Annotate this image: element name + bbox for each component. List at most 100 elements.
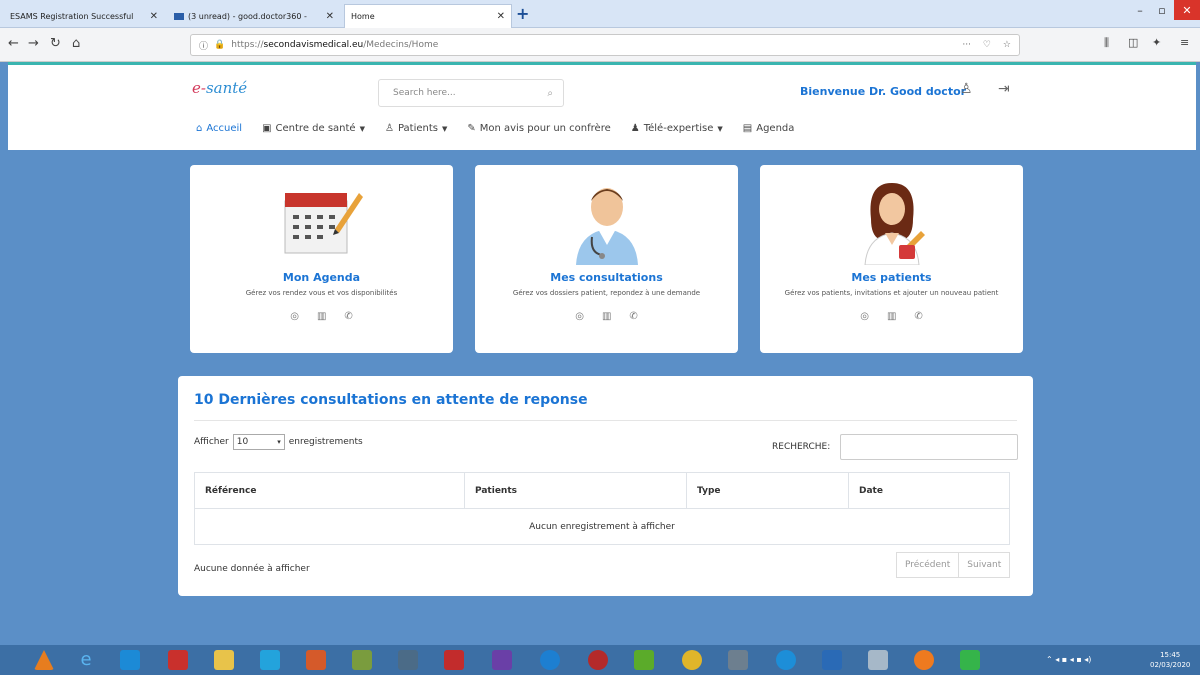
menu-icon[interactable]: ≡ (1180, 36, 1189, 49)
close-icon[interactable]: ✕ (497, 11, 505, 22)
column-header-reference[interactable]: Référence (194, 472, 465, 509)
info-icon[interactable]: ⓘ (199, 39, 208, 52)
column-header-type[interactable]: Type (686, 472, 849, 509)
pocket-icon[interactable]: ♡ (983, 40, 991, 50)
logout-icon[interactable]: ⇥ (998, 81, 1010, 97)
table-search-input[interactable] (840, 434, 1018, 460)
network-icon[interactable] (822, 650, 842, 670)
card-title[interactable]: Mon Agenda (190, 271, 453, 284)
tab-registration[interactable]: ESAMS Registration Successful ✕ (4, 4, 164, 28)
site-logo[interactable]: e-santé (192, 79, 247, 97)
menu-item-patients[interactable]: ♙ Patients ▼ (385, 123, 447, 134)
url-host: secondavismedical.eu (263, 40, 364, 50)
app-icon[interactable] (120, 650, 140, 670)
power-icon[interactable] (168, 650, 188, 670)
page-length-select[interactable]: 10 ▾ (232, 434, 285, 450)
card-patients[interactable]: Mes patients Gérez vos patients, invitat… (760, 165, 1023, 353)
video-icon[interactable]: ◎ (575, 311, 584, 322)
minimize-button[interactable]: – (1130, 0, 1150, 20)
camtasia-icon[interactable] (960, 650, 980, 670)
os-taskbar: e ⌃ ◂ ▪ ◂ ▪ ◂) 15:45 02/03/2020 (0, 645, 1200, 675)
close-icon[interactable]: ✕ (326, 11, 334, 22)
card-icons: ◎ ▥ ✆ (190, 311, 453, 322)
system-tray[interactable]: ⌃ ◂ ▪ ◂ ▪ ◂) (1046, 655, 1091, 664)
column-header-date[interactable]: Date (848, 472, 1010, 509)
menu-item-accueil[interactable]: ⌂ Accueil (196, 123, 242, 134)
sidebar-icon[interactable]: ◫ (1128, 36, 1138, 49)
site-header: e-santé Search here... ⌕ Bienvenue Dr. G… (8, 62, 1196, 150)
table-info: Aucune donnée à afficher (194, 564, 310, 574)
phone-icon[interactable]: ✆ (629, 311, 637, 322)
close-icon[interactable]: ✕ (150, 11, 158, 22)
utorrent-icon[interactable] (634, 650, 654, 670)
card-agenda[interactable]: Mon Agenda Gérez vos rendez vous et vos … (190, 165, 453, 353)
building-icon: ▣ (262, 123, 272, 134)
back-icon[interactable]: ← (8, 36, 19, 51)
user-icon[interactable]: ♙ (960, 81, 973, 97)
page-actions-icon[interactable]: ··· (962, 40, 971, 50)
menu-item-mon-avis[interactable]: ✎ Mon avis pour un confrère (467, 123, 610, 134)
visual-studio-icon[interactable] (492, 650, 512, 670)
menu-label: Centre de santé (275, 123, 356, 134)
clock-date: 02/03/2020 (1150, 661, 1191, 669)
library-icon[interactable]: ⫼ (1104, 36, 1109, 50)
app-p-icon[interactable] (588, 650, 608, 670)
settings-icon[interactable] (868, 650, 888, 670)
menu-item-centre-de-sante[interactable]: ▣ Centre de santé ▼ (262, 123, 365, 134)
ie-icon[interactable]: e (76, 650, 96, 670)
menu-label: Mon avis pour un confrère (479, 123, 611, 134)
main-menu: ⌂ Accueil ▣ Centre de santé ▼ ♙ Patients… (196, 123, 794, 134)
card-consultations[interactable]: Mes consultations Gérez vos dossiers pat… (475, 165, 738, 353)
previous-button[interactable]: Précédent (896, 552, 960, 578)
home-icon[interactable]: ⌂ (72, 36, 80, 51)
url-path: /Medecins/Home (363, 40, 439, 50)
card-title[interactable]: Mes patients (760, 271, 1023, 284)
phone-icon[interactable]: ✆ (344, 311, 352, 322)
extension-icon[interactable]: ✦ (1152, 36, 1161, 49)
reload-icon[interactable]: ↻ (50, 36, 61, 51)
menu-item-tele-expertise[interactable]: ♟ Télé-expertise ▼ (631, 123, 723, 134)
tool-icon[interactable] (398, 650, 418, 670)
building-icon[interactable]: ▥ (602, 311, 611, 322)
card-title[interactable]: Mes consultations (475, 271, 738, 284)
edit-icon: ✎ (467, 123, 476, 134)
video-icon[interactable]: ◎ (290, 311, 299, 322)
folder-icon[interactable] (214, 650, 234, 670)
browser-icon[interactable] (776, 650, 796, 670)
system-clock[interactable]: 15:45 02/03/2020 (1150, 650, 1190, 670)
building-icon[interactable]: ▥ (317, 311, 326, 322)
menu-item-agenda[interactable]: ▤ Agenda (743, 123, 795, 134)
phone-icon[interactable]: ✆ (914, 311, 922, 322)
filezilla-icon[interactable] (444, 650, 464, 670)
menu-label: Télé-expertise (643, 123, 714, 134)
notepad-icon[interactable] (728, 650, 748, 670)
search-icon[interactable]: ⌕ (547, 88, 553, 99)
card-icons: ◎ ▥ ✆ (760, 311, 1023, 322)
tab-label: (3 unread) - good.doctor360 - (188, 11, 307, 21)
tab-label: ESAMS Registration Successful (10, 11, 134, 21)
browser-navbar: ← → ↻ ⌂ ⓘ 🔒 https://secondavismedical.eu… (0, 28, 1200, 62)
mail-icon (174, 12, 184, 20)
tab-home[interactable]: Home ✕ (344, 4, 512, 28)
new-tab-button[interactable]: + (516, 4, 529, 23)
teamviewer-icon[interactable] (540, 650, 560, 670)
window-close-button[interactable]: ✕ (1174, 0, 1200, 20)
firefox-icon[interactable] (914, 650, 934, 670)
skype-icon[interactable] (260, 650, 280, 670)
address-bar[interactable]: ⓘ 🔒 https://secondavismedical.eu/Medecin… (190, 34, 1020, 56)
logo-part2: santé (205, 79, 248, 97)
paint-icon[interactable] (352, 650, 372, 670)
tab-mail[interactable]: (3 unread) - good.doctor360 - ✕ (168, 4, 340, 28)
chrome-icon[interactable] (682, 650, 702, 670)
building-icon[interactable]: ▥ (887, 311, 896, 322)
video-icon[interactable]: ◎ (860, 311, 869, 322)
office-icon[interactable] (306, 650, 326, 670)
column-header-patients[interactable]: Patients (464, 472, 687, 509)
forward-icon[interactable]: → (28, 36, 39, 51)
bookmark-star-icon[interactable]: ☆ (1003, 40, 1011, 50)
search-input[interactable]: Search here... ⌕ (378, 79, 564, 107)
maximize-button[interactable]: ▫ (1152, 0, 1172, 20)
vlc-icon[interactable] (34, 650, 54, 670)
next-button[interactable]: Suivant (959, 552, 1011, 578)
divider (194, 420, 1017, 421)
